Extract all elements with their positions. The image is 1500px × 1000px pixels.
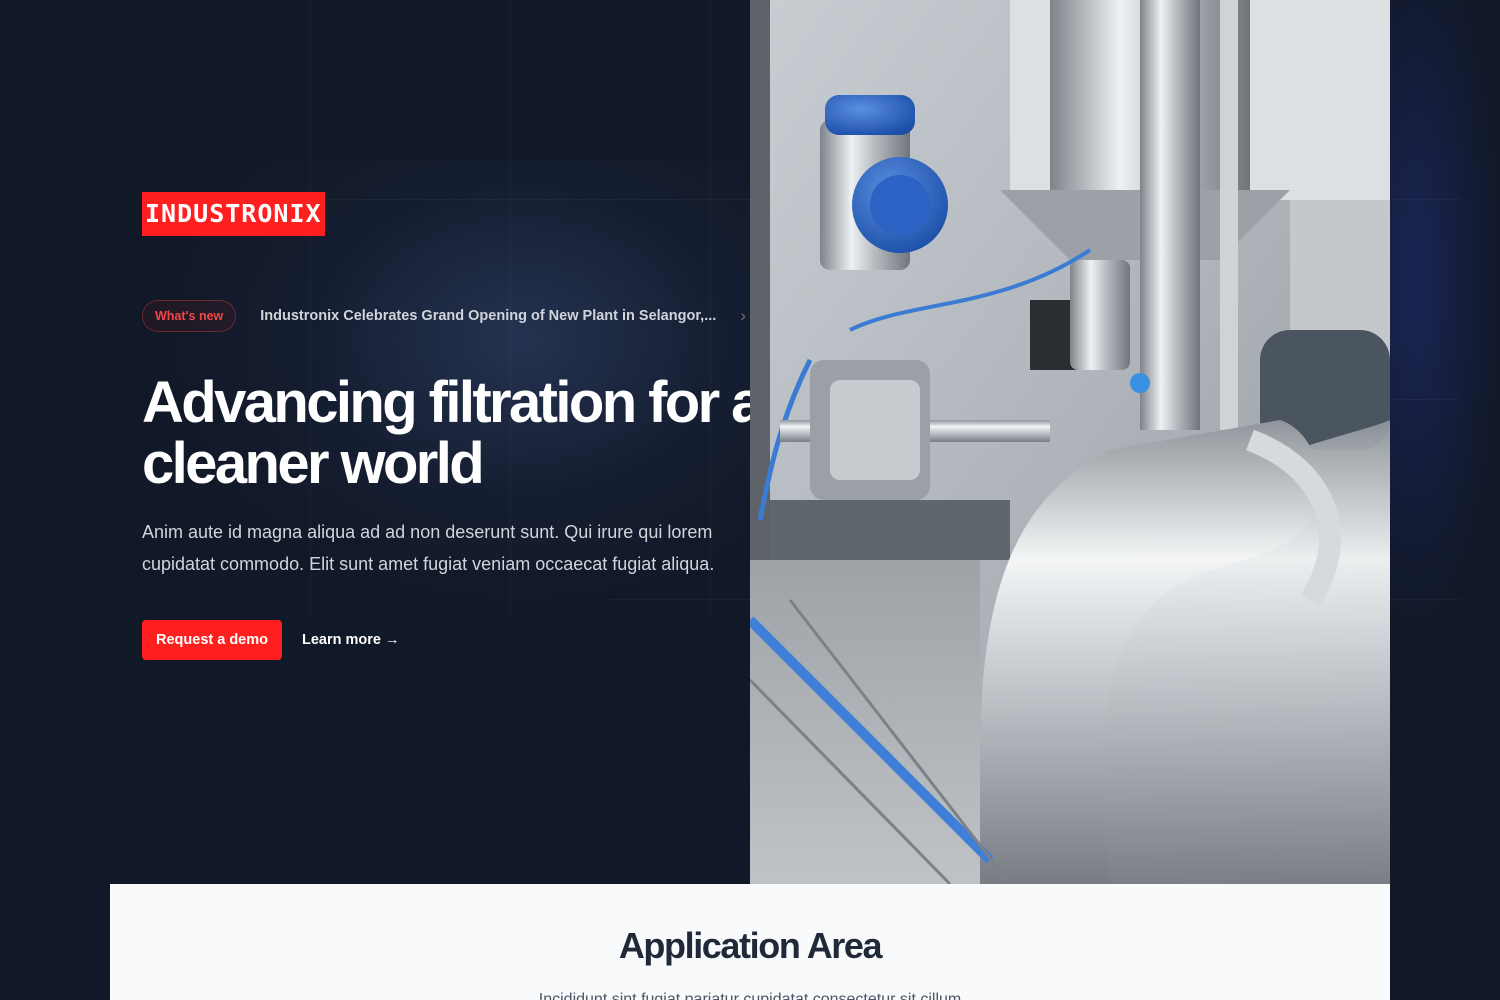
landing-page: INDUSTRONIX What's new Industronix Celeb…: [0, 0, 1500, 1000]
application-area-title: Application Area: [618, 925, 883, 966]
whats-new-badge: What's new: [142, 300, 237, 332]
hero-headline: Advancing filtration for a cleaner world: [142, 370, 763, 496]
brand-logo[interactable]: INDUSTRONIX: [142, 192, 325, 236]
request-demo-button[interactable]: Request a demo: [142, 620, 282, 660]
grid-line: [1390, 399, 1460, 400]
hero-image: [750, 0, 1390, 884]
learn-more-link[interactable]: Learn more →: [302, 620, 400, 660]
chevron-right-icon: ›: [740, 306, 746, 325]
hero-description: Anim aute id magna aliqua ad ad non dese…: [142, 522, 715, 574]
announcement-link[interactable]: What's new Industronix Celebrates Grand …: [142, 300, 746, 332]
application-area-section: Application Area Incididunt sint fugiat …: [110, 884, 1390, 1000]
announcement-text: Industronix Celebrates Grand Opening of …: [260, 308, 717, 324]
application-area-subtitle: Incididunt sint fugiat pariatur cupidata…: [538, 991, 962, 1000]
